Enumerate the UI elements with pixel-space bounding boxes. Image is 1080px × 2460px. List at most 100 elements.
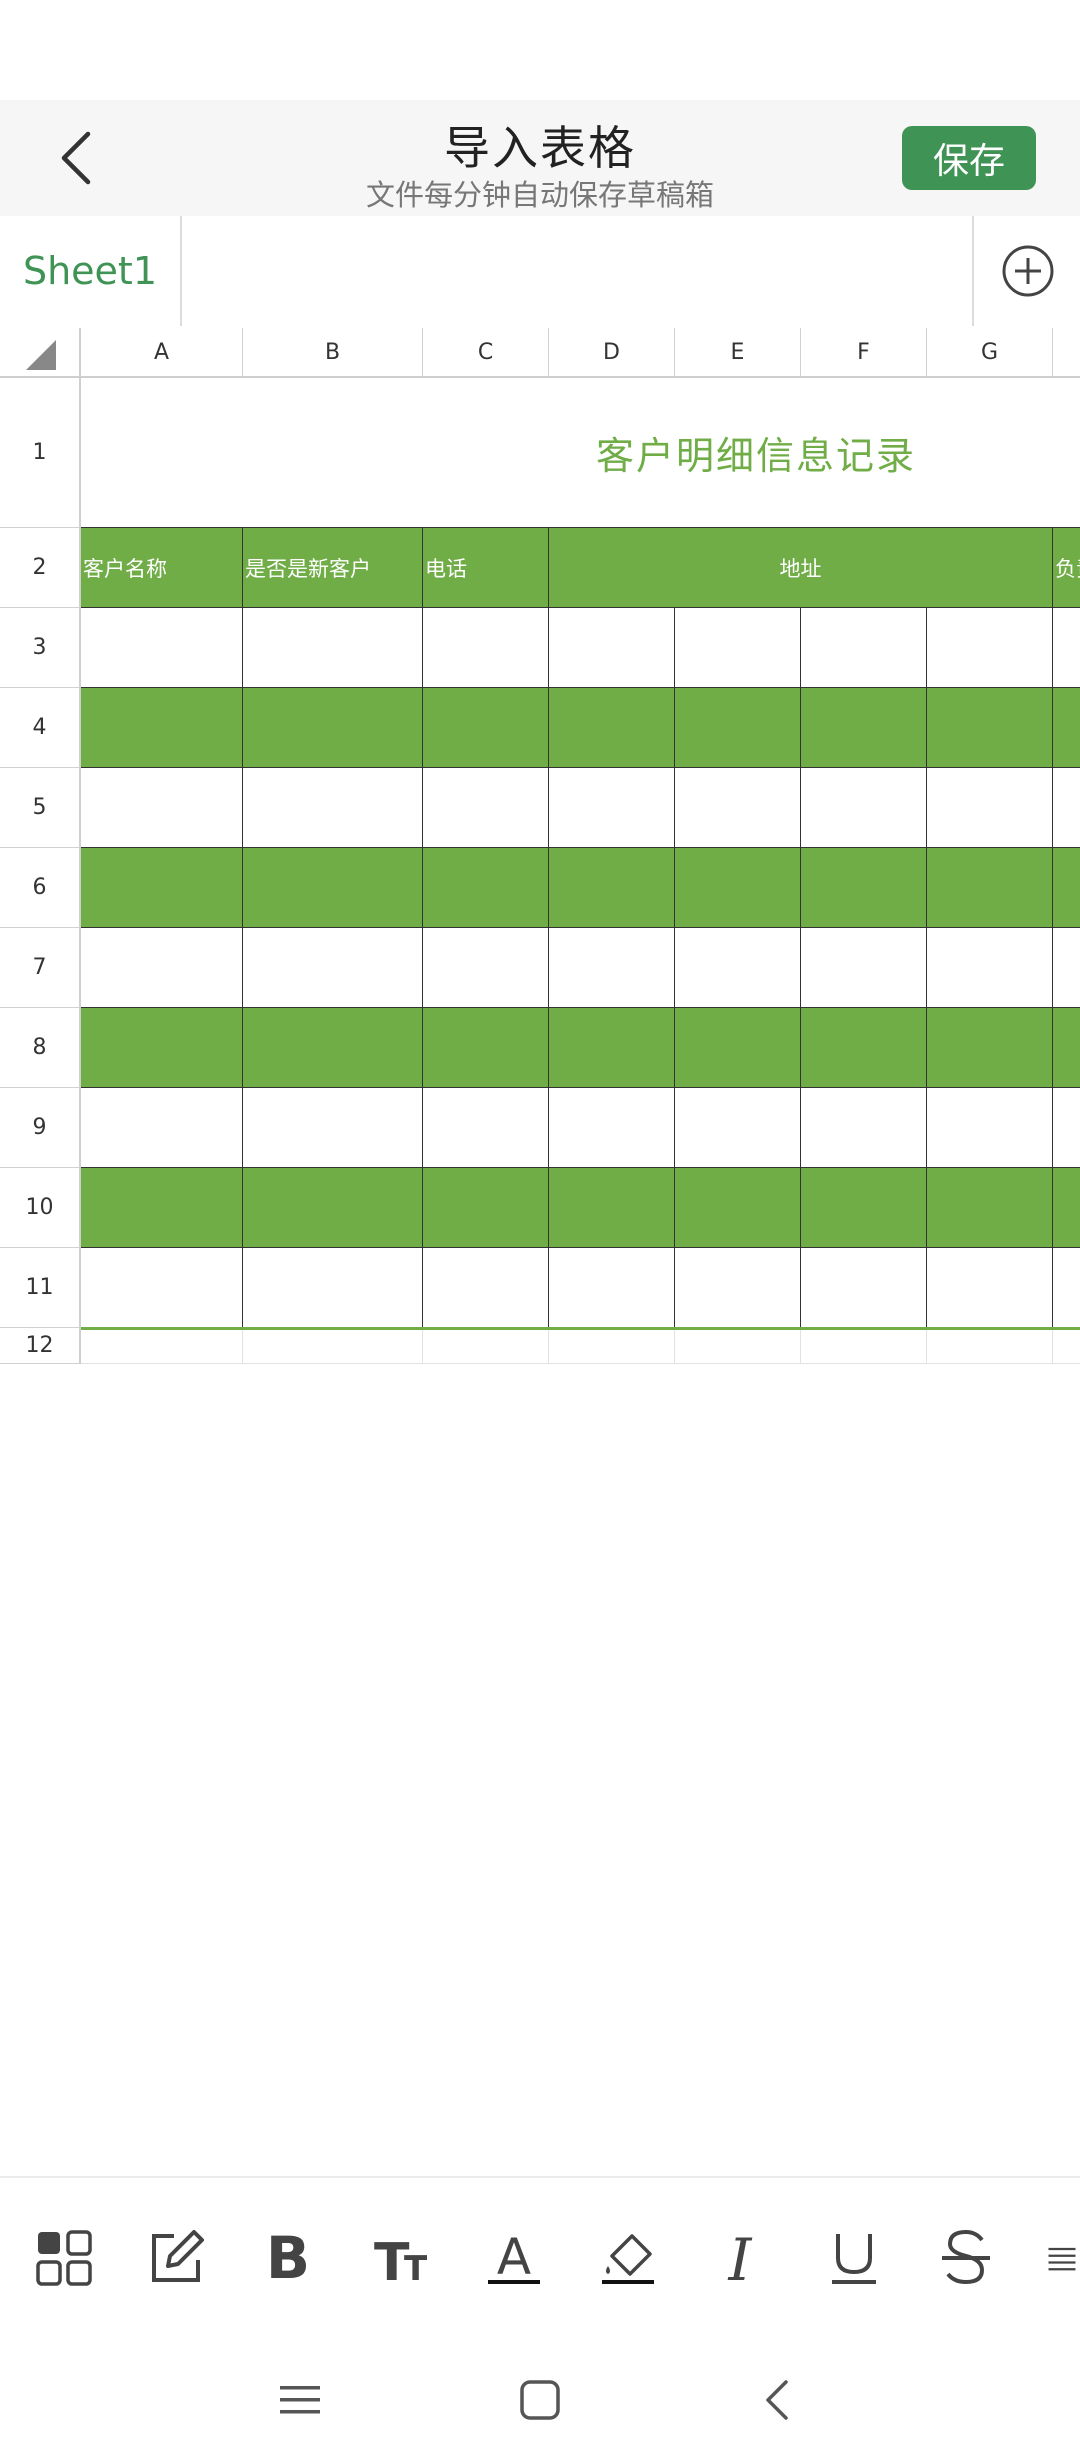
cell-h3[interactable] [1053, 608, 1080, 688]
cell-d12[interactable] [549, 1330, 675, 1364]
cell-g6[interactable] [927, 848, 1053, 928]
edit-tool-button[interactable] [140, 2222, 212, 2294]
header-cell-owner-partial[interactable]: 负责 [1053, 528, 1080, 608]
cell-d11[interactable] [549, 1248, 675, 1328]
cell-a11[interactable] [81, 1248, 243, 1328]
cell-b12[interactable] [243, 1330, 423, 1364]
cell-d8[interactable] [549, 1008, 675, 1088]
cell-b11[interactable] [243, 1248, 423, 1328]
cell-e10[interactable] [675, 1168, 801, 1248]
cell-f6[interactable] [801, 848, 927, 928]
cell-h8[interactable] [1053, 1008, 1080, 1088]
cell-b7[interactable] [243, 928, 423, 1008]
text-size-button[interactable]: T T [366, 2222, 438, 2294]
row-header-2[interactable]: 2 [0, 528, 81, 608]
bold-button[interactable]: B [252, 2222, 324, 2294]
header-cell-phone[interactable]: 电话 [423, 528, 549, 608]
cell-e3[interactable] [675, 608, 801, 688]
cell-e12[interactable] [675, 1330, 801, 1364]
cell-h12[interactable] [1053, 1330, 1080, 1364]
add-sheet-button[interactable] [972, 216, 1080, 326]
cell-e5[interactable] [675, 768, 801, 848]
cell-c12[interactable] [423, 1330, 549, 1364]
cell-f9[interactable] [801, 1088, 927, 1168]
cell-f10[interactable] [801, 1168, 927, 1248]
cell-e11[interactable] [675, 1248, 801, 1328]
cell-a8[interactable] [81, 1008, 243, 1088]
cell-h10[interactable] [1053, 1168, 1080, 1248]
header-cell-new-customer[interactable]: 是否是新客户 [243, 528, 423, 608]
spreadsheet-grid[interactable]: A B C D E F G 1 2 3 4 5 6 7 8 9 10 11 12… [0, 328, 1080, 1364]
sheet-title-cell[interactable]: 客户明细信息记录 [81, 378, 1080, 528]
cell-c7[interactable] [423, 928, 549, 1008]
underline-button[interactable] [818, 2222, 890, 2294]
fill-color-button[interactable] [592, 2222, 664, 2294]
cell-h4[interactable] [1053, 688, 1080, 768]
cell-g11[interactable] [927, 1248, 1053, 1328]
cell-c11[interactable] [423, 1248, 549, 1328]
nav-back-button[interactable] [748, 2370, 808, 2430]
cell-b5[interactable] [243, 768, 423, 848]
row-header-7[interactable]: 7 [0, 928, 81, 1008]
cell-b9[interactable] [243, 1088, 423, 1168]
align-button-partial[interactable] [1044, 2222, 1080, 2294]
cell-h5[interactable] [1053, 768, 1080, 848]
cell-g5[interactable] [927, 768, 1053, 848]
cell-a7[interactable] [81, 928, 243, 1008]
cell-f8[interactable] [801, 1008, 927, 1088]
cell-c4[interactable] [423, 688, 549, 768]
cell-h6[interactable] [1053, 848, 1080, 928]
cell-c5[interactable] [423, 768, 549, 848]
cell-b6[interactable] [243, 848, 423, 928]
row-header-12[interactable]: 12 [0, 1328, 81, 1364]
nav-home-button[interactable] [510, 2370, 570, 2430]
col-header-f[interactable]: F [801, 328, 927, 378]
cell-f3[interactable] [801, 608, 927, 688]
cell-f5[interactable] [801, 768, 927, 848]
row-header-9[interactable]: 9 [0, 1088, 81, 1168]
cell-a4[interactable] [81, 688, 243, 768]
header-cell-customer-name[interactable]: 客户名称 [81, 528, 243, 608]
col-header-b[interactable]: B [243, 328, 423, 378]
row-header-10[interactable]: 10 [0, 1168, 81, 1248]
col-header-g[interactable]: G [927, 328, 1053, 378]
cell-b8[interactable] [243, 1008, 423, 1088]
cell-b3[interactable] [243, 608, 423, 688]
cell-c8[interactable] [423, 1008, 549, 1088]
cell-f4[interactable] [801, 688, 927, 768]
cell-c9[interactable] [423, 1088, 549, 1168]
row-header-6[interactable]: 6 [0, 848, 81, 928]
cell-d6[interactable] [549, 848, 675, 928]
strikethrough-button[interactable] [930, 2222, 1002, 2294]
select-all-corner[interactable] [0, 328, 81, 378]
cell-a12[interactable] [81, 1330, 243, 1364]
cell-e4[interactable] [675, 688, 801, 768]
cell-h11[interactable] [1053, 1248, 1080, 1328]
cell-d9[interactable] [549, 1088, 675, 1168]
cell-a5[interactable] [81, 768, 243, 848]
cell-d4[interactable] [549, 688, 675, 768]
cell-h9[interactable] [1053, 1088, 1080, 1168]
header-cell-address[interactable]: 地址 [549, 528, 1053, 608]
tab-sheet1[interactable]: Sheet1 [0, 216, 182, 326]
cell-h7[interactable] [1053, 928, 1080, 1008]
cell-f12[interactable] [801, 1330, 927, 1364]
cell-a9[interactable] [81, 1088, 243, 1168]
cell-b10[interactable] [243, 1168, 423, 1248]
cell-d7[interactable] [549, 928, 675, 1008]
cell-b4[interactable] [243, 688, 423, 768]
col-header-h-partial[interactable] [1053, 328, 1080, 378]
cell-e6[interactable] [675, 848, 801, 928]
italic-button[interactable]: I [704, 2222, 776, 2294]
row-header-5[interactable]: 5 [0, 768, 81, 848]
col-header-c[interactable]: C [423, 328, 549, 378]
grid-tool-button[interactable] [28, 2222, 100, 2294]
cell-c6[interactable] [423, 848, 549, 928]
cell-a10[interactable] [81, 1168, 243, 1248]
font-color-button[interactable]: A [478, 2222, 550, 2294]
row-header-8[interactable]: 8 [0, 1008, 81, 1088]
cell-g4[interactable] [927, 688, 1053, 768]
cell-e9[interactable] [675, 1088, 801, 1168]
cell-e7[interactable] [675, 928, 801, 1008]
cell-c3[interactable] [423, 608, 549, 688]
